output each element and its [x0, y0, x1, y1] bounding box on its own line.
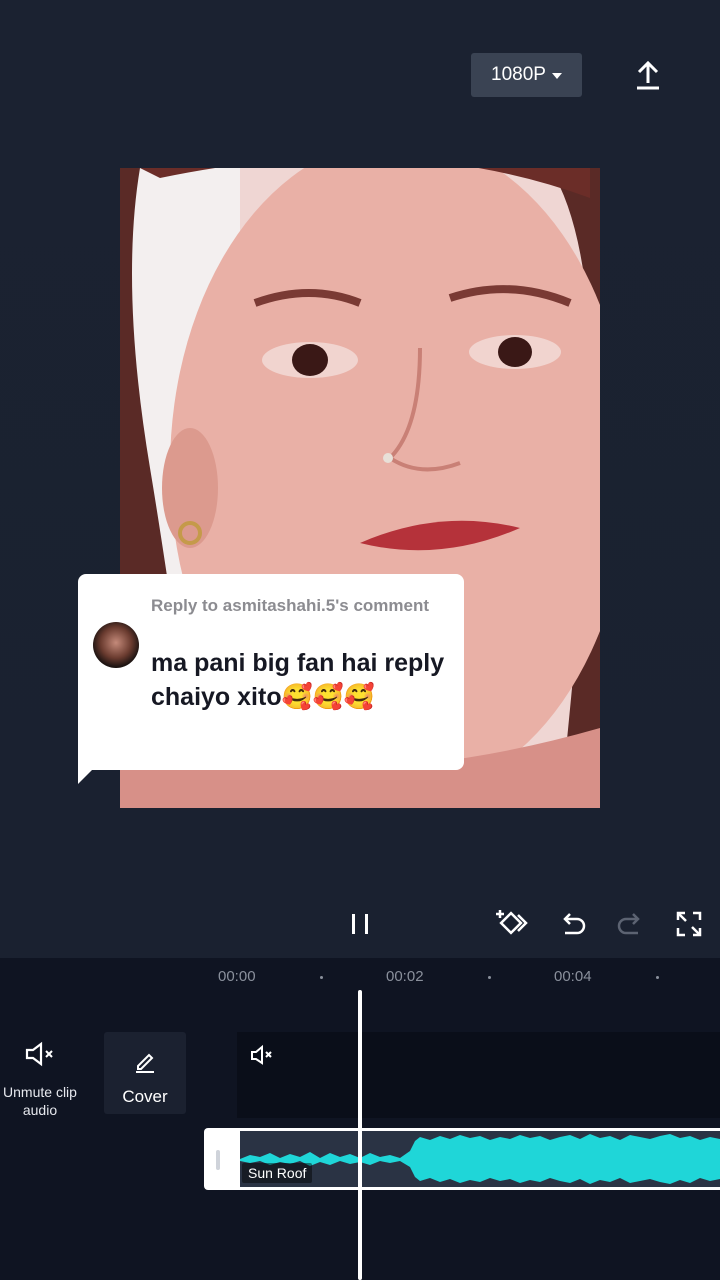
redo-icon: [617, 913, 640, 935]
bubble-tail: [78, 762, 100, 784]
pencil-icon: [136, 1053, 154, 1073]
pause-button[interactable]: [340, 904, 380, 944]
caret-down-icon: [551, 73, 562, 79]
keyframe-button[interactable]: [492, 904, 532, 944]
undo-button[interactable]: [552, 904, 592, 944]
resolution-dropdown[interactable]: 1080P: [471, 53, 582, 97]
reply-to-label: Reply to asmitashahi.5's comment: [151, 596, 430, 615]
pause-icon: [352, 914, 368, 934]
ruler-dot: [656, 976, 659, 979]
unmute-clip-audio-button[interactable]: Unmute clip audio: [0, 1040, 80, 1119]
upload-icon: [637, 60, 659, 90]
unmute-label: Unmute clip audio: [3, 1084, 77, 1118]
audio-trim-handle[interactable]: [216, 1150, 220, 1170]
playhead[interactable]: [358, 990, 362, 1280]
speaker-muted-icon: [251, 1044, 272, 1065]
cover-label: Cover: [122, 1087, 168, 1106]
speaker-muted-icon: [25, 1041, 53, 1067]
export-button[interactable]: [628, 55, 668, 95]
ruler-dot: [488, 976, 491, 979]
time-mark: 00:00: [218, 968, 256, 985]
track-mute-icon[interactable]: [248, 1042, 276, 1070]
redo-button[interactable]: [611, 904, 651, 944]
video-track[interactable]: [237, 1032, 720, 1118]
avatar: [93, 622, 139, 668]
time-mark: 00:04: [554, 968, 592, 985]
comment-text: ma pani big fan hai reply chaiyo xito🥰🥰🥰: [151, 649, 445, 711]
fullscreen-button[interactable]: [669, 904, 709, 944]
ruler-dot: [320, 976, 323, 979]
fullscreen-icon: [676, 911, 702, 937]
audio-track-name: Sun Roof: [242, 1163, 313, 1183]
undo-icon: [563, 913, 586, 935]
resolution-label: 1080P: [491, 64, 546, 85]
keyframe-icon: [496, 910, 528, 935]
cover-button[interactable]: Cover: [104, 1032, 186, 1114]
time-mark: 00:02: [386, 968, 424, 985]
